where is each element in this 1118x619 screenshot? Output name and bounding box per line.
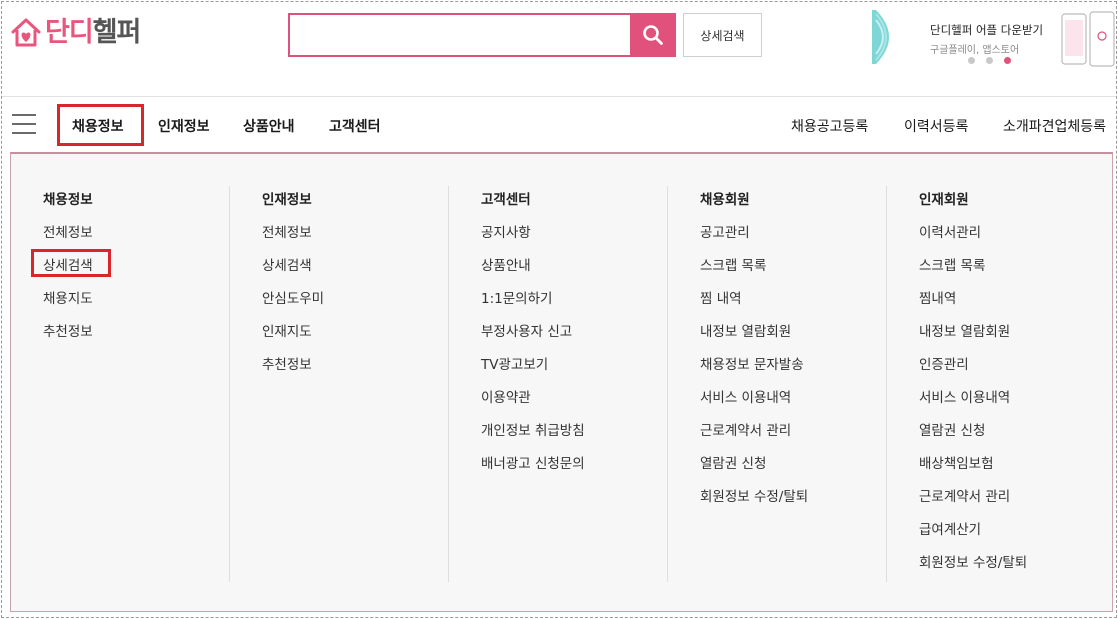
nav-item-customer-center[interactable]: 고객센터 xyxy=(329,116,381,136)
app-promo-title[interactable]: 단디헬퍼 어플 다운받기 xyxy=(930,22,1043,38)
menu-item-job-post-management[interactable]: 공고관리 xyxy=(700,221,808,254)
carousel-dot-active[interactable] xyxy=(1004,57,1011,64)
nav-register-agency-link[interactable]: 소개파견업체등록 xyxy=(1003,116,1106,136)
menu-item-sms-sending[interactable]: 채용정보 문자발송 xyxy=(700,353,808,386)
menu-item-recommended[interactable]: 추천정보 xyxy=(262,353,324,386)
menu-item-all-info[interactable]: 전체정보 xyxy=(262,221,324,254)
menu-item-service-history[interactable]: 서비스 이용내역 xyxy=(919,386,1027,419)
header-divider xyxy=(2,96,1116,97)
app-promo-subtitle: 구글플레이, 앱스토어 xyxy=(930,45,1020,56)
menu-item-service-history[interactable]: 서비스 이용내역 xyxy=(700,386,808,419)
house-heart-icon xyxy=(11,18,41,47)
logo-text-part2: 헬퍼 xyxy=(92,16,142,48)
menu-item-inquiry[interactable]: 1:1문의하기 xyxy=(481,287,585,320)
menu-item-scrap-list[interactable]: 스크랩 목록 xyxy=(919,254,1027,287)
menu-item-view-pass-request[interactable]: 열람권 신청 xyxy=(700,452,808,485)
menu-column-talent-info: 인재정보 전체정보 상세검색 안심도우미 인재지도 추천정보 xyxy=(262,188,324,386)
menu-item-detail-search[interactable]: 상세검색 xyxy=(262,254,324,287)
logo-text: 단디헬퍼 xyxy=(45,16,142,48)
nav-register-resume-link[interactable]: 이력서등록 xyxy=(904,116,968,136)
menu-item-favorites[interactable]: 찜 내역 xyxy=(700,287,808,320)
menu-column-divider xyxy=(886,186,887,582)
menu-column-divider xyxy=(667,186,668,582)
menu-item-tv-ads[interactable]: TV광고보기 xyxy=(481,353,585,386)
menu-item-products[interactable]: 상품안내 xyxy=(481,254,585,287)
menu-item-report-abuse[interactable]: 부정사용자 신고 xyxy=(481,320,585,353)
menu-item-resume-management[interactable]: 이력서관리 xyxy=(919,221,1027,254)
carousel-dot[interactable] xyxy=(986,57,993,64)
menu-item-recommended[interactable]: 추천정보 xyxy=(43,320,93,353)
menu-item-scrap-list[interactable]: 스크랩 목록 xyxy=(700,254,808,287)
menu-column-customer-center: 고객센터 공지사항 상품안내 1:1문의하기 부정사용자 신고 TV광고보기 이… xyxy=(481,188,585,485)
menu-column-title: 채용회원 xyxy=(700,192,750,208)
menu-item-all-info[interactable]: 전체정보 xyxy=(43,221,93,254)
menu-item-view-pass-request[interactable]: 열람권 신청 xyxy=(919,419,1027,452)
menu-item-talent-map[interactable]: 인재지도 xyxy=(262,320,324,353)
menu-item-terms[interactable]: 이용약관 xyxy=(481,386,585,419)
menu-item-safe-helper[interactable]: 안심도우미 xyxy=(262,287,324,320)
menu-item-favorites[interactable]: 찜내역 xyxy=(919,287,1027,320)
nav-item-recruit-info[interactable]: 채용정보 xyxy=(72,116,124,136)
menu-column-recruit-info: 채용정보 전체정보 상세검색 채용지도 추천정보 xyxy=(43,188,93,353)
menu-column-title: 인재회원 xyxy=(919,192,969,208)
promo-carousel-dots xyxy=(968,57,1011,64)
hamburger-menu-icon[interactable] xyxy=(12,114,36,134)
nav-item-talent-info[interactable]: 인재정보 xyxy=(158,116,210,136)
search-button[interactable] xyxy=(630,13,676,57)
nav-item-products[interactable]: 상품안내 xyxy=(243,116,295,136)
menu-item-notice[interactable]: 공지사항 xyxy=(481,221,585,254)
menu-item-contract-management[interactable]: 근로계약서 관리 xyxy=(700,419,808,452)
menu-item-viewers[interactable]: 내정보 열람회원 xyxy=(919,320,1027,353)
menu-item-edit-account[interactable]: 회원정보 수정/탈퇴 xyxy=(700,485,808,518)
menu-item-detail-search[interactable]: 상세검색 xyxy=(43,254,93,287)
menu-item-recruit-map[interactable]: 채용지도 xyxy=(43,287,93,320)
menu-column-talent-member: 인재회원 이력서관리 스크랩 목록 찜내역 내정보 열람회원 인증관리 서비스 … xyxy=(919,188,1027,584)
carousel-dot[interactable] xyxy=(968,57,975,64)
menu-item-edit-account[interactable]: 회원정보 수정/탈퇴 xyxy=(919,551,1027,584)
menu-item-privacy-policy[interactable]: 개인정보 취급방침 xyxy=(481,419,585,452)
menu-column-title: 고객센터 xyxy=(481,192,531,208)
app-promo-fan-icon xyxy=(872,10,889,64)
menu-item-liability-insurance[interactable]: 배상책임보험 xyxy=(919,452,1027,485)
menu-item-verification[interactable]: 인증관리 xyxy=(919,353,1027,386)
phone-mockup-icon xyxy=(1061,11,1115,67)
menu-column-divider xyxy=(448,186,449,582)
detail-search-button[interactable]: 상세검색 xyxy=(683,13,762,57)
menu-column-title: 채용정보 xyxy=(43,192,93,208)
logo-text-part1: 단디 xyxy=(45,16,94,48)
menu-item-salary-calculator[interactable]: 급여계산기 xyxy=(919,518,1027,551)
menu-column-divider xyxy=(229,186,230,582)
search-bar xyxy=(288,13,678,57)
menu-item-contract-management[interactable]: 근로계약서 관리 xyxy=(919,485,1027,518)
menu-column-employer-member: 채용회원 공고관리 스크랩 목록 찜 내역 내정보 열람회원 채용정보 문자발송… xyxy=(700,188,808,518)
menu-item-viewers[interactable]: 내정보 열람회원 xyxy=(700,320,808,353)
nav-post-job-link[interactable]: 채용공고등록 xyxy=(791,116,868,136)
menu-item-banner-ad-inquiry[interactable]: 배너광고 신청문의 xyxy=(481,452,585,485)
mega-menu-panel: 채용정보 전체정보 상세검색 채용지도 추천정보 인재정보 전체정보 상세검색 … xyxy=(10,152,1113,612)
search-icon xyxy=(643,25,663,45)
search-input[interactable] xyxy=(288,13,630,57)
menu-column-title: 인재정보 xyxy=(262,192,312,208)
site-logo[interactable]: 단디헬퍼 xyxy=(10,12,142,52)
